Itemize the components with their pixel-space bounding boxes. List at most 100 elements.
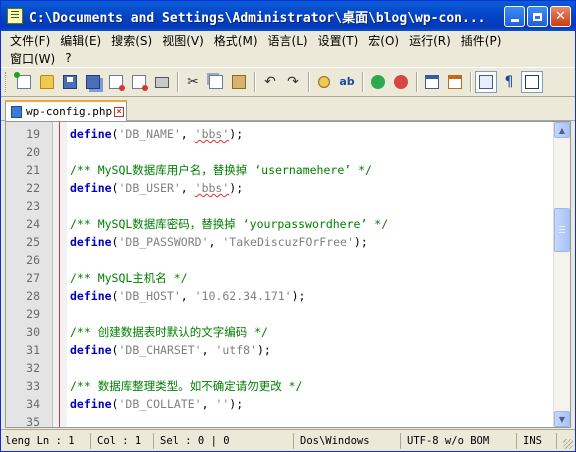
code-line[interactable]: 20 bbox=[6, 143, 554, 161]
line-number: 21 bbox=[26, 163, 40, 177]
status-sel: Sel : 0 | 0 bbox=[154, 432, 294, 449]
line-number: 25 bbox=[26, 235, 40, 249]
resize-grip[interactable] bbox=[563, 439, 573, 449]
line-number: 34 bbox=[26, 397, 40, 411]
token-str: 'DB_COLLATE' bbox=[118, 397, 202, 411]
token-cmt: /** 创建数据表时默认的文字编码 */ bbox=[70, 325, 268, 339]
save-icon bbox=[63, 75, 77, 89]
notepad-app-icon[interactable] bbox=[7, 8, 23, 24]
toolbar-separator bbox=[416, 72, 418, 92]
undo-button[interactable]: ↶ bbox=[259, 71, 281, 93]
code-text: /** MySQL主机名 */ bbox=[70, 269, 188, 287]
token-op: , bbox=[201, 343, 216, 357]
code-line[interactable]: 25 define('DB_PASSWORD', 'TakeDiscuzFOrFr… bbox=[6, 233, 554, 251]
code-line[interactable]: 22 define('DB_USER', 'bbs'); bbox=[6, 179, 554, 197]
token-op: ); bbox=[353, 235, 368, 249]
title-bar[interactable]: C:\Documents and Settings\Administrator\… bbox=[1, 1, 575, 31]
file-saved-icon bbox=[11, 105, 22, 118]
code-text: define('DB_HOST', '10.62.34.171'); bbox=[70, 287, 305, 305]
menu-item-row1-8[interactable]: 运行(R) bbox=[404, 32, 456, 49]
code-line[interactable]: 26 bbox=[6, 251, 554, 269]
code-line[interactable]: 24 /** MySQL数据库密码，替换掉 ‘yourpasswordhere’ … bbox=[6, 215, 554, 233]
token-str: 'DB_PASSWORD' bbox=[118, 235, 209, 249]
code-line[interactable]: 31 define('DB_CHARSET', 'utf8'); bbox=[6, 341, 554, 359]
line-number: 33 bbox=[26, 379, 40, 393]
code-text: define('DB_CHARSET', 'utf8'); bbox=[70, 341, 271, 359]
code-line[interactable]: 32 bbox=[6, 359, 554, 377]
new-file-button[interactable] bbox=[13, 71, 35, 93]
line-number: 20 bbox=[26, 145, 40, 159]
line-number: 32 bbox=[26, 361, 40, 375]
menu-item-row1-6[interactable]: 设置(T) bbox=[313, 32, 364, 49]
menu-item-row1-5[interactable]: 语言(L) bbox=[263, 32, 313, 49]
code-line[interactable]: 28 define('DB_HOST', '10.62.34.171'); bbox=[6, 287, 554, 305]
code-editor[interactable]: 19 define('DB_NAME', 'bbs'); 20 21 /** MySQL… bbox=[5, 121, 571, 428]
token-kw: define bbox=[70, 343, 112, 357]
save-button[interactable] bbox=[59, 71, 81, 93]
find-button[interactable] bbox=[313, 71, 335, 93]
token-kw: define bbox=[70, 397, 112, 411]
toolbar-grip[interactable] bbox=[5, 72, 9, 92]
menu-item-row1-1[interactable]: 编辑(E) bbox=[55, 32, 106, 49]
code-line[interactable]: 34 define('DB_COLLATE', ''); bbox=[6, 395, 554, 413]
menu-item-row1-0[interactable]: 文件(F) bbox=[5, 32, 55, 49]
scroll-thumb[interactable] bbox=[554, 208, 570, 252]
close-file-button[interactable] bbox=[105, 71, 127, 93]
code-line[interactable]: 21 /** MySQL数据库用户名，替换掉 ‘usernamehere’ */ bbox=[6, 161, 554, 179]
zoom-in-icon bbox=[371, 75, 385, 89]
save-all-button[interactable] bbox=[82, 71, 104, 93]
line-number: 24 bbox=[26, 217, 40, 231]
vertical-scrollbar[interactable]: ▲ ▼ bbox=[553, 122, 570, 427]
menu-item-row1-9[interactable]: 插件(P) bbox=[456, 32, 507, 49]
menu-item-row1-7[interactable]: 宏(O) bbox=[363, 32, 404, 49]
code-line[interactable]: 29 bbox=[6, 305, 554, 323]
menu-item-row2-0[interactable]: 窗口(W) bbox=[5, 50, 60, 67]
code-text: define('DB_NAME', 'bbs'); bbox=[70, 125, 243, 143]
show-all-chars-button[interactable]: ¶ bbox=[498, 71, 520, 93]
zoom-in-button[interactable] bbox=[367, 71, 389, 93]
menu-item-row1-4[interactable]: 格式(M) bbox=[209, 32, 263, 49]
token-str: 'TakeDiscuzFOrFree' bbox=[222, 235, 354, 249]
toolbar-separator bbox=[362, 72, 364, 92]
token-op: , bbox=[201, 397, 216, 411]
copy-button[interactable] bbox=[205, 71, 227, 93]
close-button[interactable]: ✕ bbox=[550, 6, 571, 27]
window-title: C:\Documents and Settings\Administrator\… bbox=[29, 10, 486, 26]
open-file-button[interactable] bbox=[36, 71, 58, 93]
zoom-out-button[interactable] bbox=[390, 71, 412, 93]
menu-item-row2-1[interactable]: ? bbox=[60, 51, 76, 65]
status-encoding: UTF-8 w/o BOM bbox=[401, 432, 517, 449]
print-button[interactable] bbox=[151, 71, 173, 93]
scroll-up-button[interactable]: ▲ bbox=[554, 122, 570, 138]
replace-button[interactable]: ab bbox=[336, 71, 358, 93]
code-text: /** 创建数据表时默认的文字编码 */ bbox=[70, 323, 268, 341]
token-str: 'DB_CHARSET' bbox=[118, 343, 202, 357]
code-line[interactable]: 33 /** 数据库整理类型。如不确定请勿更改 */ bbox=[6, 377, 554, 395]
code-line[interactable]: 27 /** MySQL主机名 */ bbox=[6, 269, 554, 287]
maximize-button[interactable] bbox=[527, 6, 548, 27]
tab-wp-config[interactable]: wp-config.php × bbox=[5, 100, 127, 121]
code-line[interactable]: 35 bbox=[6, 413, 554, 427]
close-all-button[interactable] bbox=[128, 71, 150, 93]
menu-item-row1-3[interactable]: 视图(V) bbox=[157, 32, 209, 49]
minimize-icon bbox=[510, 19, 519, 22]
menu-item-row1-2[interactable]: 搜索(S) bbox=[106, 32, 157, 49]
line-number: 19 bbox=[26, 127, 40, 141]
code-text: /** 数据库整理类型。如不确定请勿更改 */ bbox=[70, 377, 302, 395]
redo-button[interactable]: ↷ bbox=[282, 71, 304, 93]
tab-close-icon[interactable]: × bbox=[114, 106, 125, 117]
menu-bar: 文件(F) 编辑(E) 搜索(S) 视图(V) 格式(M) 语言(L) 设置(T) 宏(O) 运… bbox=[1, 31, 575, 67]
sync-horizontal-button[interactable] bbox=[444, 71, 466, 93]
code-lines: 19 define('DB_NAME', 'bbs'); 20 21 /** MySQL… bbox=[6, 125, 554, 427]
minimize-button[interactable] bbox=[504, 6, 525, 27]
scroll-down-button[interactable]: ▼ bbox=[554, 411, 570, 427]
code-line[interactable]: 23 bbox=[6, 197, 554, 215]
token-op: ); bbox=[291, 289, 306, 303]
indent-guide-button[interactable] bbox=[521, 71, 543, 93]
code-line[interactable]: 30 /** 创建数据表时默认的文字编码 */ bbox=[6, 323, 554, 341]
code-line[interactable]: 19 define('DB_NAME', 'bbs'); bbox=[6, 125, 554, 143]
sync-vertical-button[interactable] bbox=[421, 71, 443, 93]
paste-button[interactable] bbox=[228, 71, 250, 93]
cut-button[interactable]: ✂ bbox=[182, 71, 204, 93]
word-wrap-button[interactable] bbox=[475, 71, 497, 93]
